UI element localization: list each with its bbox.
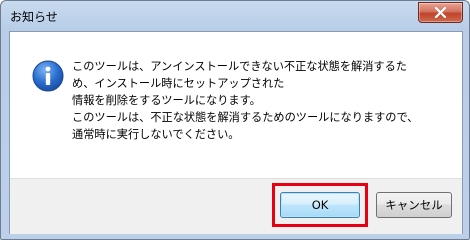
info-icon bbox=[32, 60, 64, 92]
message-area: このツールは、アンインストールできない不正な状態を解消するた め、インストール時… bbox=[10, 32, 462, 178]
message-line: 情報を削除をするツールになります。 bbox=[72, 94, 261, 107]
message-line: め、インストール時にセットアップされた bbox=[72, 77, 285, 90]
message-line: このツールは、不正な状態を解消するためのツールになりますので、 bbox=[72, 111, 419, 124]
message-text: このツールは、アンインストールできない不正な状態を解消するた め、インストール時… bbox=[72, 58, 457, 143]
button-bar: OK キャンセル bbox=[10, 178, 462, 234]
window-title: お知らせ bbox=[10, 10, 58, 24]
dialog-window: お知らせ このツールは、アンインストールできない不正な状態を解消するた め、イン… bbox=[0, 0, 470, 240]
close-icon bbox=[434, 7, 447, 18]
title-bar[interactable]: お知らせ bbox=[1, 1, 469, 31]
message-line: 通常時に実行しないでください。 bbox=[72, 128, 240, 141]
close-button[interactable] bbox=[418, 2, 463, 23]
dialog-body: このツールは、アンインストールできない不正な状態を解消するた め、インストール時… bbox=[9, 31, 463, 234]
cancel-button[interactable]: キャンセル bbox=[376, 192, 452, 218]
message-line: このツールは、アンインストールできない不正な状態を解消するた bbox=[72, 60, 407, 73]
ok-button[interactable]: OK bbox=[280, 192, 360, 218]
